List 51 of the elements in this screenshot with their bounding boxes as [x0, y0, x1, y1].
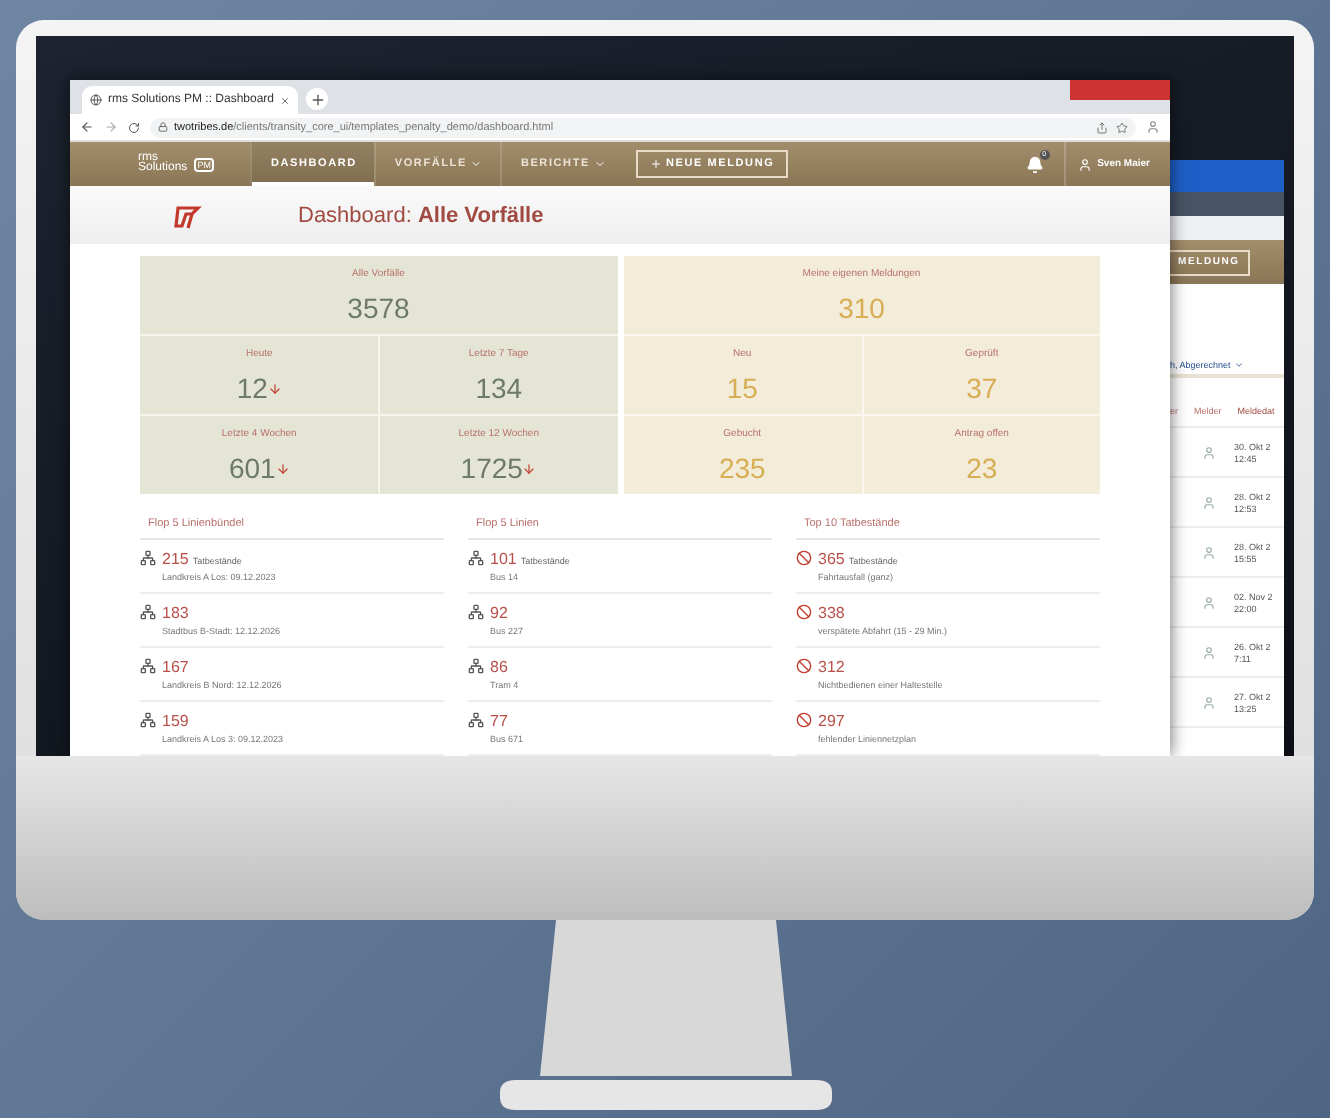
count-text: 183	[162, 604, 189, 622]
stat-value: 37	[966, 372, 998, 404]
user-icon	[1202, 645, 1216, 659]
new-tab-button[interactable]	[306, 88, 328, 111]
count-text: 167	[162, 658, 189, 676]
caret-icon	[1234, 360, 1245, 370]
count-text: 101	[490, 550, 517, 568]
user-icon	[1202, 445, 1216, 459]
plus-icon	[649, 158, 662, 171]
count-text: 92	[490, 604, 508, 622]
count-text: 312	[818, 658, 845, 676]
user-icon	[1077, 157, 1092, 172]
reload-icon	[128, 121, 140, 134]
prohibited-icon	[796, 712, 812, 728]
network-icon	[468, 550, 484, 566]
stat-value: 23	[966, 452, 998, 484]
user-icon	[1202, 595, 1216, 609]
globe-icon	[90, 94, 102, 107]
stat-value: 3578	[347, 292, 410, 324]
network-icon	[468, 658, 484, 674]
count-text: 86	[490, 658, 508, 676]
network-icon	[468, 604, 484, 620]
network-icon	[140, 712, 156, 728]
network-icon	[140, 658, 156, 674]
stat-value: 310	[838, 292, 885, 324]
stat-value: 1725	[460, 452, 523, 484]
count-text: 338	[818, 604, 845, 622]
profile-icon	[1146, 120, 1160, 135]
stat-value: 134	[475, 372, 523, 404]
prohibited-icon	[796, 550, 812, 566]
user-icon	[1202, 495, 1216, 509]
user-icon	[1202, 695, 1216, 709]
count-text: 297	[818, 712, 845, 730]
count-text: 215	[162, 550, 189, 568]
network-icon	[140, 550, 156, 566]
page-title: Dashboard: Alle Vorfälle	[298, 203, 544, 228]
network-icon	[468, 712, 484, 728]
prohibited-icon	[796, 604, 812, 620]
prohibited-icon	[796, 658, 812, 674]
count-text: 365	[818, 550, 845, 568]
count-text: 77	[490, 712, 508, 730]
back-icon	[80, 120, 94, 135]
stat-value: 235	[718, 452, 766, 484]
brand-logo-icon	[174, 201, 202, 230]
stat-value: 12	[236, 372, 268, 404]
stat-value: 15	[726, 372, 758, 404]
stat-value: 601	[228, 452, 276, 484]
network-icon	[140, 604, 156, 620]
forward-icon	[104, 120, 118, 135]
user-icon	[1202, 545, 1216, 559]
count-text: 159	[162, 712, 189, 730]
